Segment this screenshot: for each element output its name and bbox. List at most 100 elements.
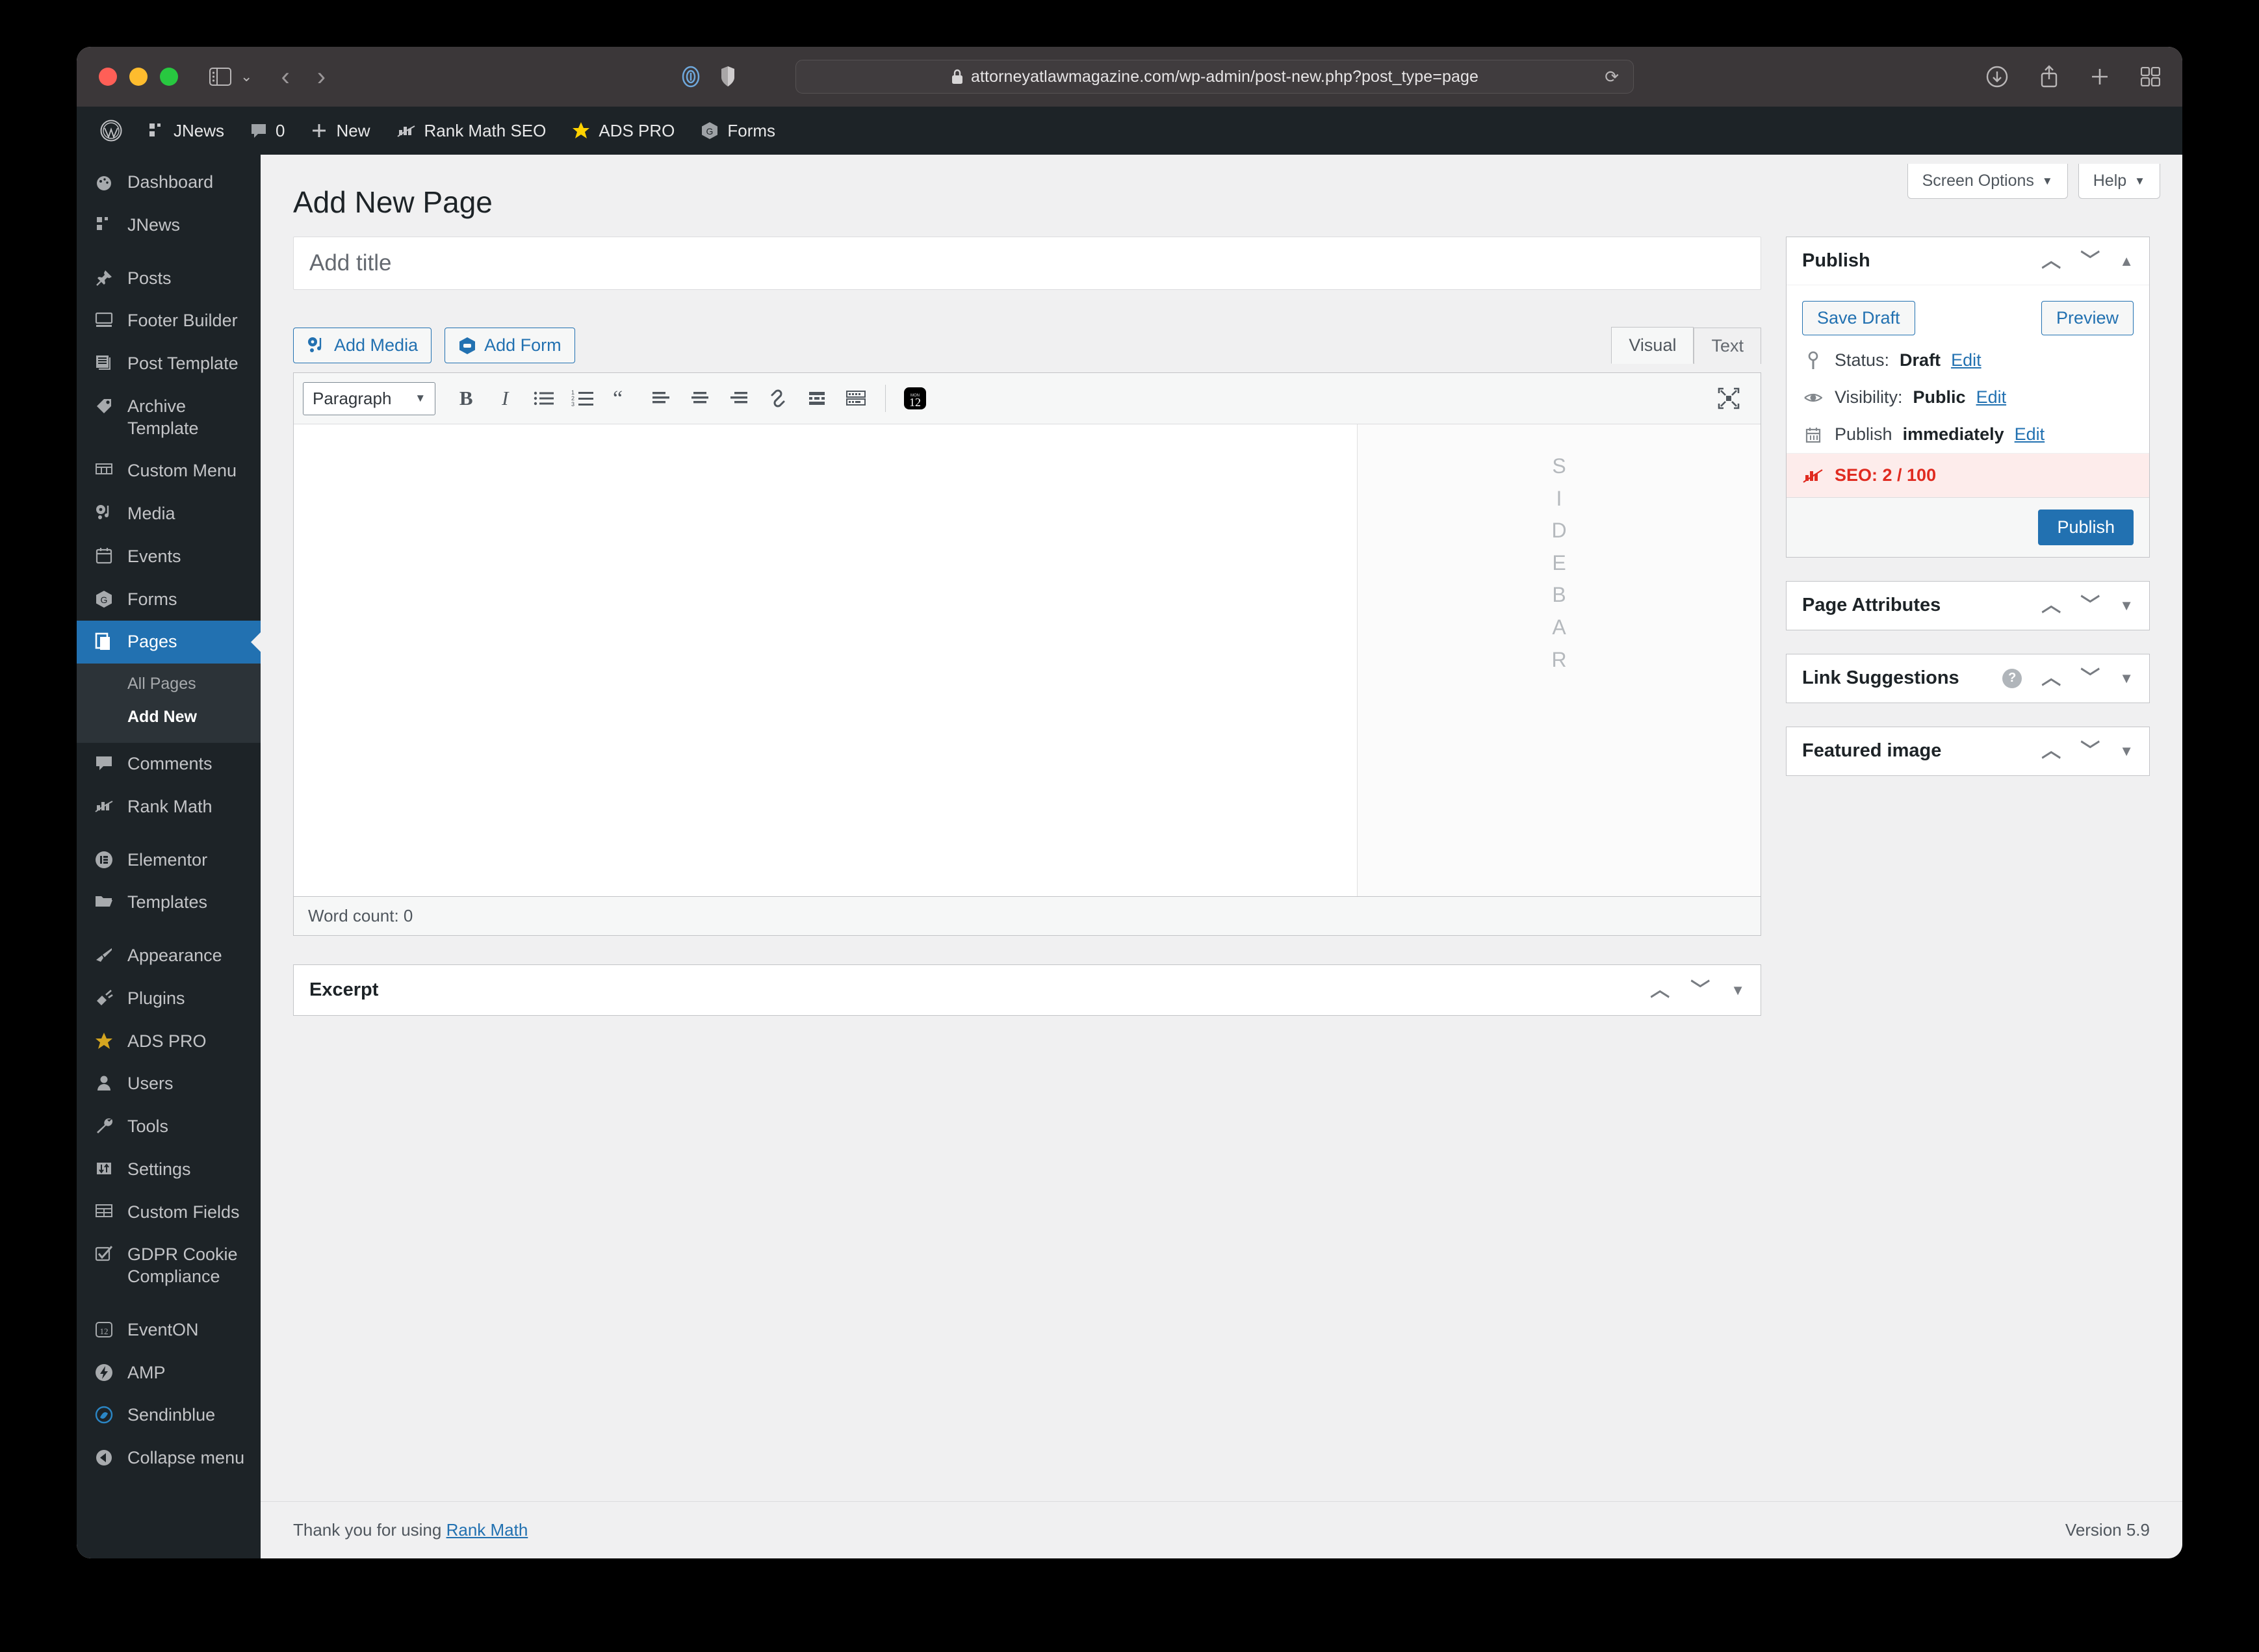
sidebar-item-archive-template[interactable]: Archive Template [77, 385, 261, 450]
sidebar-item-footer-builder[interactable]: Footer Builder [77, 300, 261, 342]
chevron-down-icon[interactable]: ﹀ [2080, 741, 2100, 761]
sidebar-item-appearance[interactable]: Appearance [77, 935, 261, 977]
sidebar-item-sendinblue[interactable]: Sendinblue [77, 1394, 261, 1437]
address-bar[interactable]: attorneyatlawmagazine.com/wp-admin/post-… [795, 60, 1634, 94]
minimize-window-button[interactable] [129, 68, 148, 86]
align-center-icon[interactable] [682, 381, 717, 416]
sidebar-item-gdpr-cookie-compliance[interactable]: GDPR Cookie Compliance [77, 1233, 261, 1298]
triangle-up-icon[interactable]: ▲ [2119, 253, 2134, 268]
close-window-button[interactable] [99, 68, 117, 86]
share-icon[interactable] [2039, 65, 2059, 88]
sidebar-item-jnews[interactable]: JNews [77, 204, 261, 247]
sidebar-item-pages[interactable]: Pages [77, 621, 261, 664]
new-tab-icon[interactable] [2090, 67, 2110, 86]
chevron-up-icon[interactable]: ︿ [2041, 741, 2061, 761]
add-media-button[interactable]: Add Media [293, 328, 432, 363]
downloads-icon[interactable] [1986, 66, 2008, 88]
eventon-calendar-icon[interactable]: MON 12 [897, 381, 933, 416]
add-media-label: Add Media [334, 335, 419, 355]
sidebar-item-ads-pro[interactable]: ADS PRO [77, 1020, 261, 1063]
help-button[interactable]: Help ▼ [2078, 164, 2160, 199]
sidebar-item-posts[interactable]: Posts [77, 257, 261, 300]
post-title-input[interactable]: Add title [293, 237, 1761, 290]
adminbar-item-rank-math-seo[interactable]: Rank Math SEO [383, 107, 560, 155]
maximize-window-button[interactable] [160, 68, 178, 86]
forward-chevron-icon[interactable]: › [317, 64, 326, 90]
sidebar-toggle-icon[interactable] [209, 68, 231, 86]
back-chevron-icon[interactable]: ‹ [281, 64, 289, 90]
sidebar-item-custom-menu[interactable]: Custom Menu [77, 450, 261, 493]
preview-button[interactable]: Preview [2041, 301, 2134, 335]
triangle-down-icon[interactable]: ▼ [1731, 983, 1745, 998]
triangle-down-icon[interactable]: ▼ [2119, 598, 2134, 613]
chevron-up-icon[interactable]: ︿ [2041, 251, 2061, 271]
chevron-up-icon[interactable]: ︿ [2041, 668, 2061, 688]
sidebar-item-media[interactable]: Media [77, 493, 261, 536]
chevron-down-icon[interactable]: ﹀ [2080, 251, 2100, 271]
sidebar-item-custom-fields[interactable]: Custom Fields [77, 1191, 261, 1234]
privacy-shield-icon[interactable] [720, 66, 736, 88]
toolbar-toggle-icon[interactable] [838, 381, 873, 416]
chevron-down-icon[interactable]: ﹀ [1690, 980, 1710, 1000]
align-right-icon[interactable] [721, 381, 756, 416]
sidebar-item-elementor[interactable]: Elementor [77, 839, 261, 882]
sidebar-item-forms[interactable]: G Forms [77, 578, 261, 621]
chevron-down-icon[interactable]: ﹀ [2080, 668, 2100, 688]
insert-link-icon[interactable] [760, 381, 795, 416]
sidebar-item-eventon[interactable]: 12 EventON [77, 1309, 261, 1352]
sidebar-item-collapse-menu[interactable]: Collapse menu [77, 1437, 261, 1480]
tab-visual[interactable]: Visual [1611, 327, 1694, 364]
adminbar-item-new[interactable]: New [298, 107, 383, 155]
sidebar-item-amp[interactable]: AMP [77, 1352, 261, 1395]
publish-date-row: Publish immediately Edit [1787, 416, 2149, 453]
sidebar-item-settings[interactable]: Settings [77, 1148, 261, 1191]
tab-text[interactable]: Text [1694, 328, 1761, 364]
sidebar-item-events[interactable]: Events [77, 536, 261, 578]
sidebar-item-plugins[interactable]: Plugins [77, 977, 261, 1020]
tab-overview-icon[interactable] [2141, 67, 2160, 86]
visibility-edit-link[interactable]: Edit [1976, 387, 2007, 407]
adminbar-item-jnews[interactable]: JNews [135, 107, 237, 155]
publish-date-edit-link[interactable]: Edit [2015, 424, 2045, 445]
bulleted-list-icon[interactable] [526, 381, 562, 416]
save-draft-button[interactable]: Save Draft [1802, 301, 1915, 335]
add-form-button[interactable]: Add Form [445, 328, 575, 363]
triangle-down-icon[interactable]: ▼ [2119, 743, 2134, 758]
bold-icon[interactable]: B [448, 381, 484, 416]
sidebar-item-comments[interactable]: Comments [77, 743, 261, 786]
adminbar-item-wordpress[interactable] [87, 107, 135, 155]
reload-icon[interactable]: ⟳ [1605, 67, 1619, 87]
read-more-icon[interactable] [799, 381, 834, 416]
publish-button[interactable]: Publish [2038, 510, 2134, 545]
screen-options-button[interactable]: Screen Options ▼ [1907, 164, 2068, 199]
chevron-up-icon[interactable]: ︿ [1650, 980, 1670, 1000]
fullscreen-icon[interactable] [1711, 381, 1746, 416]
triangle-down-icon[interactable]: ▼ [2119, 671, 2134, 686]
chevron-down-icon[interactable]: ﹀ [2080, 595, 2100, 615]
adminbar-item-ads-pro[interactable]: ADS PRO [559, 107, 688, 155]
chevron-up-icon[interactable]: ︿ [2041, 595, 2061, 615]
status-edit-link[interactable]: Edit [1951, 350, 1981, 370]
format-select[interactable]: Paragraph ▼ [303, 381, 436, 415]
adminbar-item-forms[interactable]: G Forms [688, 107, 788, 155]
align-left-icon[interactable] [643, 381, 678, 416]
adminbar-item-comments[interactable]: 0 [237, 107, 298, 155]
sidebar-placeholder-letter-d: D [1551, 519, 1567, 543]
numbered-list-icon[interactable]: 123 [565, 381, 600, 416]
sidebar-item-post-template[interactable]: Post Template [77, 342, 261, 385]
italic-icon[interactable]: I [487, 381, 523, 416]
reader-icon[interactable] [681, 65, 701, 88]
sidebar-item-templates[interactable]: Templates [77, 881, 261, 924]
editor-canvas[interactable]: S I D E B A R [294, 424, 1761, 896]
sidebar-dropdown-icon[interactable]: ⌄ [240, 68, 252, 85]
sidebar-item-users[interactable]: Users [77, 1063, 261, 1105]
editor-content-area[interactable] [294, 424, 1358, 896]
sidebar-item-rank-math[interactable]: Rank Math [77, 786, 261, 829]
sidebar-subitem-all-pages[interactable]: All Pages [77, 667, 261, 701]
sidebar-item-dashboard[interactable]: Dashboard [77, 161, 261, 204]
footer-rank-math-link[interactable]: Rank Math [446, 1520, 528, 1540]
sidebar-item-tools[interactable]: Tools [77, 1105, 261, 1148]
help-question-icon[interactable]: ? [2002, 668, 2022, 688]
sidebar-subitem-add-new[interactable]: Add New [77, 701, 261, 734]
blockquote-icon[interactable]: “ [604, 381, 639, 416]
